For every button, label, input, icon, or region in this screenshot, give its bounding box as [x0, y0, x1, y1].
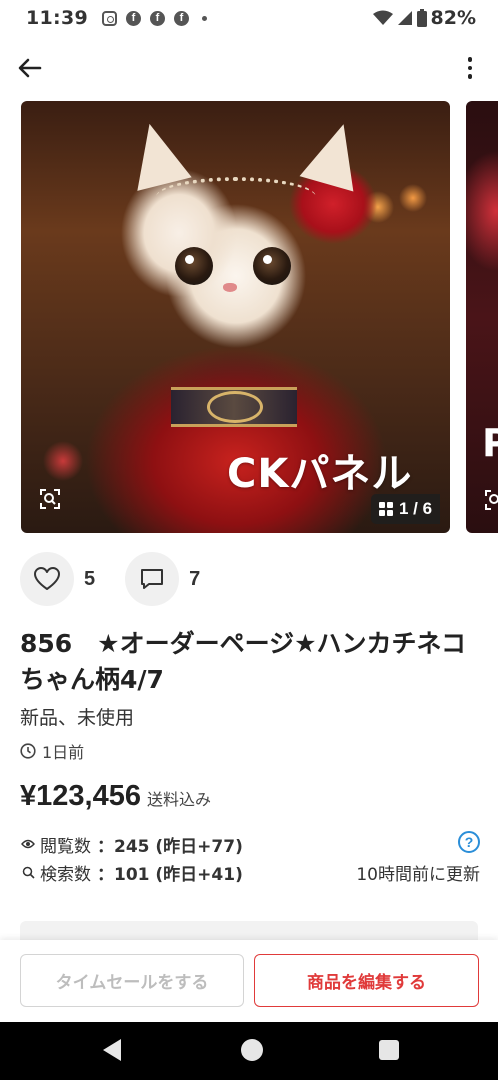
comment-icon	[141, 569, 164, 589]
app-bar	[0, 44, 498, 92]
views-label: 閲覧数	[40, 836, 91, 857]
peek-letter: P	[482, 421, 498, 465]
comment-button[interactable]	[125, 552, 180, 606]
clock-icon	[20, 743, 36, 759]
photo-detail	[122, 117, 192, 191]
image-counter-text: 1 / 6	[399, 499, 433, 518]
notification-icons: f f f	[101, 10, 207, 26]
image-counter: 1 / 6	[371, 494, 441, 524]
instagram-icon	[101, 10, 117, 26]
back-arrow-icon	[18, 58, 42, 78]
views-value: ：245 (昨日+77)	[97, 836, 243, 857]
back-button[interactable]	[14, 54, 46, 82]
status-time: 11:39	[26, 7, 88, 29]
zoom-icon	[485, 490, 498, 510]
comment-count: 7	[189, 567, 201, 590]
more-notifications-icon	[201, 15, 207, 21]
wifi-icon	[372, 10, 393, 25]
grid-icon	[379, 502, 393, 516]
image-watermark: CKパネル	[227, 451, 413, 497]
price: ¥123,456	[20, 780, 141, 812]
nav-recents-icon[interactable]	[379, 1040, 399, 1060]
photo-detail	[223, 283, 237, 292]
image-carousel[interactable]: CKパネル 1 / 6 P	[0, 101, 498, 533]
battery-icon	[416, 9, 427, 27]
product-photo[interactable]: CKパネル 1 / 6	[21, 101, 450, 533]
more-options-button[interactable]	[456, 54, 484, 82]
product-title: 856 ★オーダーページ★ハンカチネコちゃん柄4/7	[20, 629, 467, 694]
facebook-icon: f	[125, 10, 141, 26]
searches-label: 検索数	[40, 864, 91, 885]
search-icon	[20, 864, 36, 880]
like-count: 5	[84, 567, 96, 590]
time-sale-button[interactable]: タイムセールをする	[20, 954, 244, 1007]
like-button[interactable]	[20, 552, 74, 606]
more-vert-icon	[467, 57, 473, 62]
help-icon[interactable]: ?	[458, 831, 480, 853]
status-bar: 11:39 f f f 82%	[0, 0, 498, 36]
photo-detail	[253, 247, 291, 285]
system-nav-bar	[0, 1022, 498, 1080]
product-condition: 新品、未使用	[20, 707, 135, 729]
searches-value: ：101 (昨日+41)	[97, 864, 243, 885]
signal-icon	[397, 11, 412, 25]
nav-back-icon[interactable]	[103, 1039, 121, 1061]
photo-detail	[175, 247, 213, 285]
edit-product-button[interactable]: 商品を編集する	[254, 954, 479, 1007]
photo-detail	[156, 177, 316, 217]
posted-time: 1日前	[20, 739, 84, 763]
zoom-icon	[40, 489, 60, 509]
engagement-actions: 5 7	[20, 552, 200, 606]
price-row: ¥123,456 送料込み	[20, 780, 211, 813]
listing-stats: 閲覧数 ：245 (昨日+77) 検索数 ：101 (昨日+41) ? 10時間…	[20, 830, 480, 886]
facebook-icon: f	[173, 10, 189, 26]
eye-icon	[20, 836, 36, 852]
nav-home-icon[interactable]	[241, 1039, 263, 1061]
zoom-button[interactable]	[37, 486, 63, 512]
photo-detail	[299, 116, 371, 192]
facebook-icon: f	[149, 10, 165, 26]
status-right: 82%	[372, 7, 476, 29]
updated-time: 10時間前に更新	[356, 865, 480, 885]
photo-detail	[207, 391, 263, 423]
posted-time-text: 1日前	[42, 743, 85, 762]
bottom-action-bar: タイムセールをする 商品を編集する	[0, 940, 498, 1022]
shipping-label: 送料込み	[146, 790, 211, 809]
next-photo-peek[interactable]: P	[466, 101, 498, 533]
heart-icon	[34, 567, 60, 590]
battery-percent: 82%	[430, 7, 476, 29]
views-row: 閲覧数 ：245 (昨日+77)	[20, 830, 480, 858]
